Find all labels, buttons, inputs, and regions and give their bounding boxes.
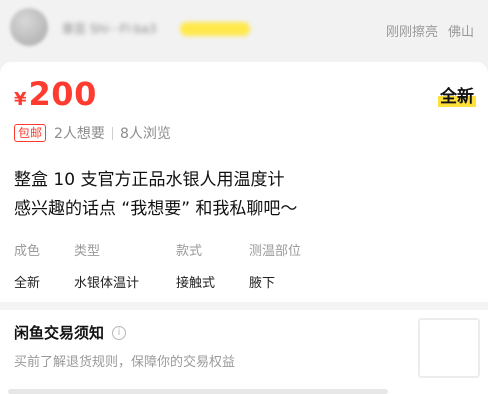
attribute-type: 类型 水银体温计 (74, 240, 139, 291)
attribute-value: 接触式 (176, 276, 216, 291)
stats-divider (111, 126, 113, 140)
attribute-condition: 成色 全新 (14, 240, 40, 291)
price: ¥ 200 (14, 75, 97, 113)
refresh-time: 刚刚擦亮 (385, 25, 438, 40)
attribute-value: 腋下 (249, 276, 276, 291)
seller-avatar[interactable] (10, 8, 48, 46)
seller-meta: 刚刚擦亮 佛山 (386, 21, 474, 40)
item-card: ¥ 200 全新 包邮 2人想要 8人浏览 整盒 10 支官方正品水银人用温度计… (0, 62, 488, 394)
watermark (418, 318, 480, 378)
info-icon[interactable]: i (112, 325, 127, 340)
seller-badge (180, 22, 250, 36)
section-divider (0, 302, 488, 310)
seller-city: 佛山 (447, 25, 474, 40)
bottom-strip (8, 389, 388, 394)
attribute-key: 成色 (14, 244, 41, 259)
attribute-value: 水银体温计 (74, 276, 140, 291)
attribute-key: 类型 (74, 244, 101, 259)
item-title-line-2: 感兴趣的话点 “我想要” 和我私聊吧～ (14, 199, 298, 219)
item-detail-page: 章芸 Shi···Fl·ba3 刚刚擦亮 佛山 ¥ 200 全新 包邮 2人想要… (0, 0, 488, 394)
view-count: 8人浏览 (119, 126, 171, 142)
attribute-value: 全新 (14, 276, 41, 291)
attribute-key: 测温部位 (249, 244, 302, 259)
price-currency: ¥ (14, 89, 27, 110)
item-title-line-1: 整盒 10 支官方正品水银人用温度计 (14, 170, 285, 190)
seller-header: 章芸 Shi···Fl·ba3 刚刚擦亮 佛山 (0, 0, 488, 62)
seller-name[interactable]: 章芸 Shi···Fl·ba3 (62, 20, 180, 34)
item-stats: 包邮 2人想要 8人浏览 (14, 123, 171, 143)
price-amount: 200 (28, 75, 97, 113)
free-shipping-badge: 包邮 (14, 124, 47, 142)
condition-tag: 全新 (438, 82, 476, 107)
attribute-site: 测温部位 腋下 (249, 240, 301, 291)
trade-notice-subtitle: 买前了解退货规则，保障你的交易权益 (14, 355, 236, 370)
want-count: 2人想要 (54, 126, 105, 142)
attribute-style: 款式 接触式 (176, 240, 215, 291)
trade-notice-header[interactable]: 闲鱼交易须知 i (14, 322, 127, 343)
attribute-key: 款式 (176, 244, 203, 259)
trade-notice-title: 闲鱼交易须知 (14, 324, 105, 342)
